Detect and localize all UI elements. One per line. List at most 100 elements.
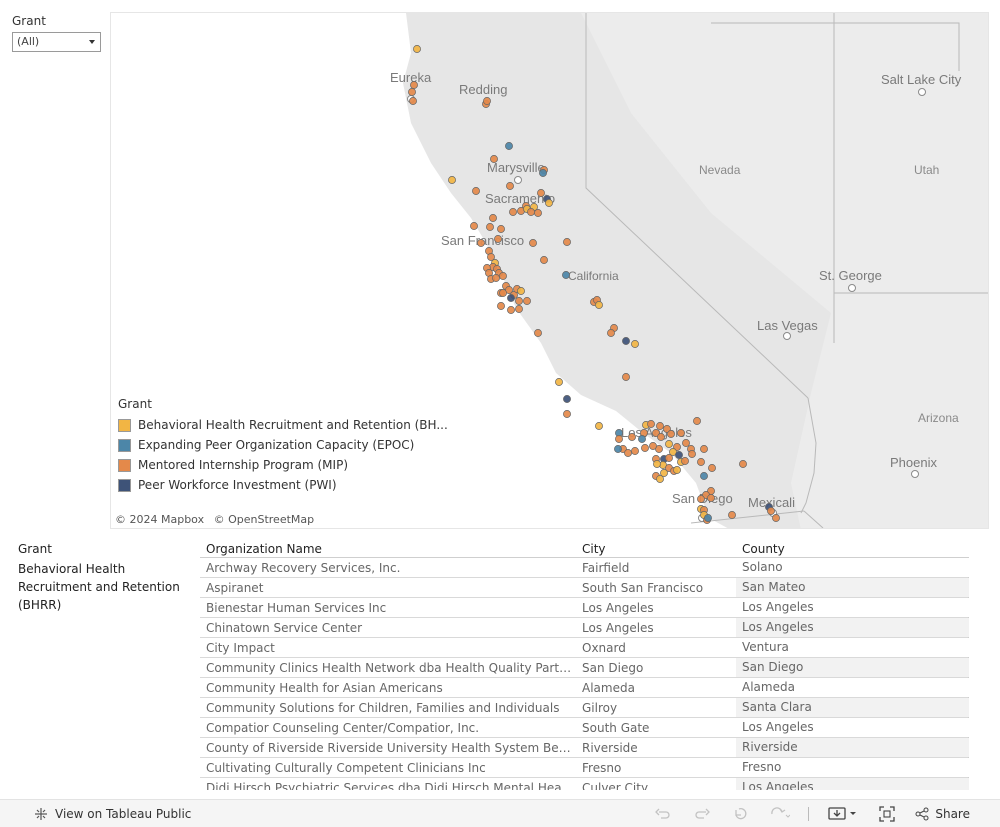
table-row[interactable]: Chinatown Service Center Los Angeles Los A… [200, 618, 969, 638]
organization-marker[interactable] [697, 458, 705, 466]
download-button[interactable] [828, 805, 858, 823]
table-row[interactable]: Bienestar Human Services Inc Los Angeles L… [200, 598, 969, 618]
organization-marker[interactable] [708, 464, 716, 472]
mapbox-attribution[interactable]: © 2024 Mapbox [115, 513, 204, 526]
organization-marker[interactable] [494, 235, 502, 243]
revert-button[interactable] [731, 805, 751, 823]
osm-attribution[interactable]: © OpenStreetMap [214, 513, 315, 526]
organization-marker[interactable] [507, 306, 515, 314]
organization-marker[interactable] [539, 169, 547, 177]
organization-marker[interactable] [499, 272, 507, 280]
organization-marker[interactable] [693, 417, 701, 425]
legend-item-pwi[interactable]: Peer Workforce Investment (PWI) [118, 475, 448, 495]
legend-item-bhrr[interactable]: Behavioral Health Recruitment and Retent… [118, 415, 448, 435]
organization-marker[interactable] [656, 475, 664, 483]
organization-marker[interactable] [509, 208, 517, 216]
organization-marker[interactable] [657, 433, 665, 441]
organization-marker[interactable] [534, 209, 542, 217]
organization-marker[interactable] [595, 422, 603, 430]
organization-marker[interactable] [489, 214, 497, 222]
fullscreen-button[interactable] [877, 805, 897, 823]
organization-marker[interactable] [472, 187, 480, 195]
organization-marker[interactable] [448, 176, 456, 184]
organization-marker[interactable] [767, 507, 775, 515]
organization-marker[interactable] [607, 329, 615, 337]
organization-marker[interactable] [563, 410, 571, 418]
organization-marker[interactable] [647, 420, 655, 428]
organization-marker[interactable] [614, 445, 622, 453]
organization-marker[interactable] [505, 142, 513, 150]
organization-marker[interactable] [653, 460, 661, 468]
organization-marker[interactable] [628, 433, 636, 441]
organization-marker[interactable] [641, 444, 649, 452]
organization-marker[interactable] [638, 435, 646, 443]
organization-marker[interactable] [631, 340, 639, 348]
organization-marker[interactable] [563, 395, 571, 403]
organization-marker[interactable] [523, 297, 531, 305]
organization-marker[interactable] [681, 457, 689, 465]
organization-marker[interactable] [492, 274, 500, 282]
organization-marker[interactable] [772, 514, 780, 522]
refresh-button[interactable] [770, 805, 791, 823]
organization-marker[interactable] [700, 472, 708, 480]
organization-marker[interactable] [704, 514, 712, 522]
organization-marker[interactable] [665, 454, 673, 462]
organization-marker[interactable] [688, 450, 696, 458]
organization-marker[interactable] [408, 88, 416, 96]
organization-marker[interactable] [665, 440, 673, 448]
organization-marker[interactable] [631, 447, 639, 455]
table-row[interactable]: Community Clinics Health Network dba Hea… [200, 658, 969, 678]
table-row[interactable]: Community Solutions for Children, Famili… [200, 698, 969, 718]
organization-marker[interactable] [563, 238, 571, 246]
organization-marker[interactable] [545, 199, 553, 207]
redo-button[interactable] [692, 805, 712, 823]
organization-marker[interactable] [517, 287, 525, 295]
view-on-tableau-link[interactable]: View on Tableau Public [34, 807, 191, 821]
organization-marker[interactable] [477, 239, 485, 247]
organization-marker[interactable] [677, 429, 685, 437]
organization-marker[interactable] [483, 97, 491, 105]
undo-button[interactable] [653, 805, 673, 823]
legend-item-mip[interactable]: Mentored Internship Program (MIP) [118, 455, 448, 475]
organization-marker[interactable] [540, 256, 548, 264]
organization-marker[interactable] [470, 222, 478, 230]
organization-marker[interactable] [529, 239, 537, 247]
table-row[interactable]: Archway Recovery Services, Inc. Fairfield… [200, 558, 969, 578]
table-row[interactable]: Cultivating Culturally Competent Clinici… [200, 758, 969, 778]
organization-marker[interactable] [486, 223, 494, 231]
organization-marker[interactable] [697, 495, 705, 503]
organization-marker[interactable] [413, 45, 421, 53]
organization-marker[interactable] [675, 451, 683, 459]
organization-marker[interactable] [682, 439, 690, 447]
table-row[interactable]: Didi Hirsch Psychiatric Services dba Did… [200, 778, 969, 790]
organization-marker[interactable] [409, 97, 417, 105]
organization-marker[interactable] [615, 435, 623, 443]
organization-marker[interactable] [537, 189, 545, 197]
organization-marker[interactable] [534, 329, 542, 337]
organization-marker[interactable] [515, 305, 523, 313]
organization-marker[interactable] [728, 511, 736, 519]
organization-marker[interactable] [499, 289, 507, 297]
organization-marker[interactable] [649, 442, 657, 450]
organization-marker[interactable] [656, 422, 664, 430]
organization-marker[interactable] [490, 155, 498, 163]
organization-marker[interactable] [497, 225, 505, 233]
grant-dropdown[interactable]: (All) [12, 32, 101, 52]
organization-marker[interactable] [410, 81, 418, 89]
map[interactable]: EurekaReddingMarysvilleSacramentoSan Fra… [110, 12, 989, 529]
organization-marker[interactable] [700, 445, 708, 453]
organization-marker[interactable] [667, 430, 675, 438]
organization-marker[interactable] [624, 449, 632, 457]
table-row[interactable]: County of Riverside Riverside University… [200, 738, 969, 758]
table-row[interactable]: Compatior Counseling Center/Compatior, I… [200, 718, 969, 738]
organization-marker[interactable] [562, 271, 570, 279]
share-button[interactable]: Share [915, 807, 970, 821]
organization-marker[interactable] [622, 337, 630, 345]
organization-marker[interactable] [515, 297, 523, 305]
organization-marker[interactable] [673, 466, 681, 474]
organization-marker[interactable] [506, 182, 514, 190]
organization-marker[interactable] [507, 294, 515, 302]
organization-marker[interactable] [527, 208, 535, 216]
organization-marker[interactable] [739, 460, 747, 468]
table-row[interactable]: Aspiranet South San Francisco San Mateo [200, 578, 969, 598]
